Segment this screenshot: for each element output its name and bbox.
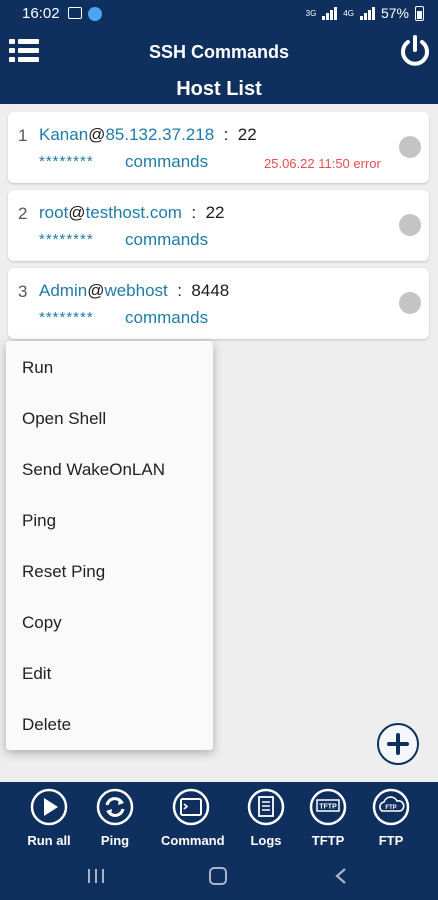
menu-item-run[interactable]: Run — [22, 358, 53, 378]
host-commands-link[interactable]: commands — [125, 152, 208, 172]
menu-item-ping[interactable]: Ping — [22, 511, 56, 531]
menu-item-edit[interactable]: Edit — [22, 664, 51, 684]
host-item[interactable]: 3 Admin@webhost : 8448 ******** commands — [8, 268, 429, 339]
menu-item-delete[interactable]: Delete — [22, 715, 71, 735]
status-bar: 16:02 3G 4G 57% — [0, 0, 438, 28]
host-user: root — [39, 203, 69, 222]
host-commands-link[interactable]: commands — [125, 308, 208, 328]
menu-item-send-wakeonlan[interactable]: Send WakeOnLAN — [22, 460, 165, 480]
host-item[interactable]: 1 Kanan@85.132.37.218 : 22 ******** comm… — [8, 112, 429, 183]
host-separator: : — [191, 203, 197, 222]
tftp-icon: TFTP — [309, 788, 347, 826]
host-at: @ — [68, 203, 86, 222]
logs-button[interactable]: Logs — [236, 787, 296, 848]
system-indicators: 3G 4G 57% — [306, 5, 424, 21]
run-all-button[interactable]: Run all — [19, 787, 79, 848]
host-password: ******** — [39, 153, 94, 170]
host-port: 22 — [237, 125, 257, 144]
bottom-toolbar: Run all Ping Command Logs TFTP TFTP FTP … — [0, 782, 438, 852]
host-name: webhost — [104, 281, 168, 300]
terminal-icon — [172, 788, 210, 826]
gallery-icon — [68, 7, 82, 19]
host-name: 85.132.37.218 — [105, 125, 215, 144]
host-name: testhost.com — [85, 203, 182, 222]
app-notification-icon — [88, 7, 102, 21]
battery-icon — [415, 5, 424, 21]
host-password: ******** — [39, 231, 94, 248]
system-nav-bar — [0, 852, 438, 900]
home-icon[interactable] — [209, 867, 227, 885]
ping-all-button[interactable]: Ping — [85, 787, 145, 848]
notification-icons — [68, 7, 102, 21]
host-at: @ — [88, 125, 106, 144]
host-password: ******** — [39, 309, 94, 326]
host-port: 8448 — [191, 281, 230, 300]
host-index: 2 — [18, 204, 28, 223]
app-bar: SSH Commands Host List — [0, 28, 438, 104]
app-title: SSH Commands — [148, 42, 290, 62]
host-user: Admin — [39, 281, 88, 300]
host-status-error: 25.06.22 11:50 error — [264, 156, 381, 171]
tftp-icon-text: TFTP — [319, 804, 337, 811]
play-icon — [30, 788, 68, 826]
ping-status-indicator — [399, 292, 421, 314]
ping-status-indicator — [399, 214, 421, 236]
run-all-label: Run all — [27, 833, 71, 848]
recent-apps-icon[interactable] — [88, 869, 104, 883]
signal-icon — [322, 6, 338, 20]
host-item[interactable]: 2 root@testhost.com : 22 ******** comman… — [8, 190, 429, 261]
host-user: Kanan — [39, 125, 89, 144]
host-at: @ — [87, 281, 105, 300]
signal-icon-2 — [359, 6, 375, 20]
menu-item-reset-ping[interactable]: Reset Ping — [22, 562, 105, 582]
page-title: Host List — [176, 78, 262, 100]
network-type-label: 3G — [305, 8, 317, 18]
logs-label: Logs — [250, 833, 282, 848]
host-separator: : — [177, 281, 182, 300]
ping-label: Ping — [100, 833, 130, 848]
tftp-button[interactable]: TFTP TFTP — [298, 787, 358, 848]
ping-status-indicator — [399, 136, 421, 158]
command-button[interactable]: Command — [161, 787, 225, 848]
battery-percent: 57% — [380, 5, 409, 21]
host-index: 1 — [18, 126, 28, 145]
menu-item-copy[interactable]: Copy — [22, 613, 62, 633]
host-port: 22 — [205, 203, 225, 222]
host-address: Admin@webhost : 8448 — [39, 281, 229, 301]
add-host-button[interactable] — [377, 723, 419, 765]
ftp-button[interactable]: FTP FTP — [361, 787, 421, 848]
refresh-icon — [96, 788, 134, 826]
back-icon[interactable] — [334, 867, 348, 885]
host-address: root@testhost.com : 22 — [39, 203, 225, 223]
tftp-label: TFTP — [311, 833, 345, 848]
status-time: 16:02 — [22, 5, 60, 22]
host-separator: : — [223, 125, 229, 144]
host-commands-link[interactable]: commands — [125, 230, 208, 250]
menu-item-open-shell[interactable]: Open Shell — [22, 409, 106, 429]
logs-icon — [247, 788, 285, 826]
host-address: Kanan@85.132.37.218 : 22 — [39, 125, 257, 145]
ftp-icon-text: FTP — [385, 805, 396, 811]
host-index: 3 — [18, 282, 28, 301]
power-icon[interactable] — [398, 34, 432, 68]
ftp-icon: FTP — [372, 788, 410, 826]
context-menu: Run Open Shell Send WakeOnLAN Ping Reset… — [6, 341, 213, 750]
command-label: Command — [161, 833, 225, 848]
ftp-label: FTP — [378, 833, 404, 848]
network-type-label-2: 4G — [343, 8, 354, 18]
